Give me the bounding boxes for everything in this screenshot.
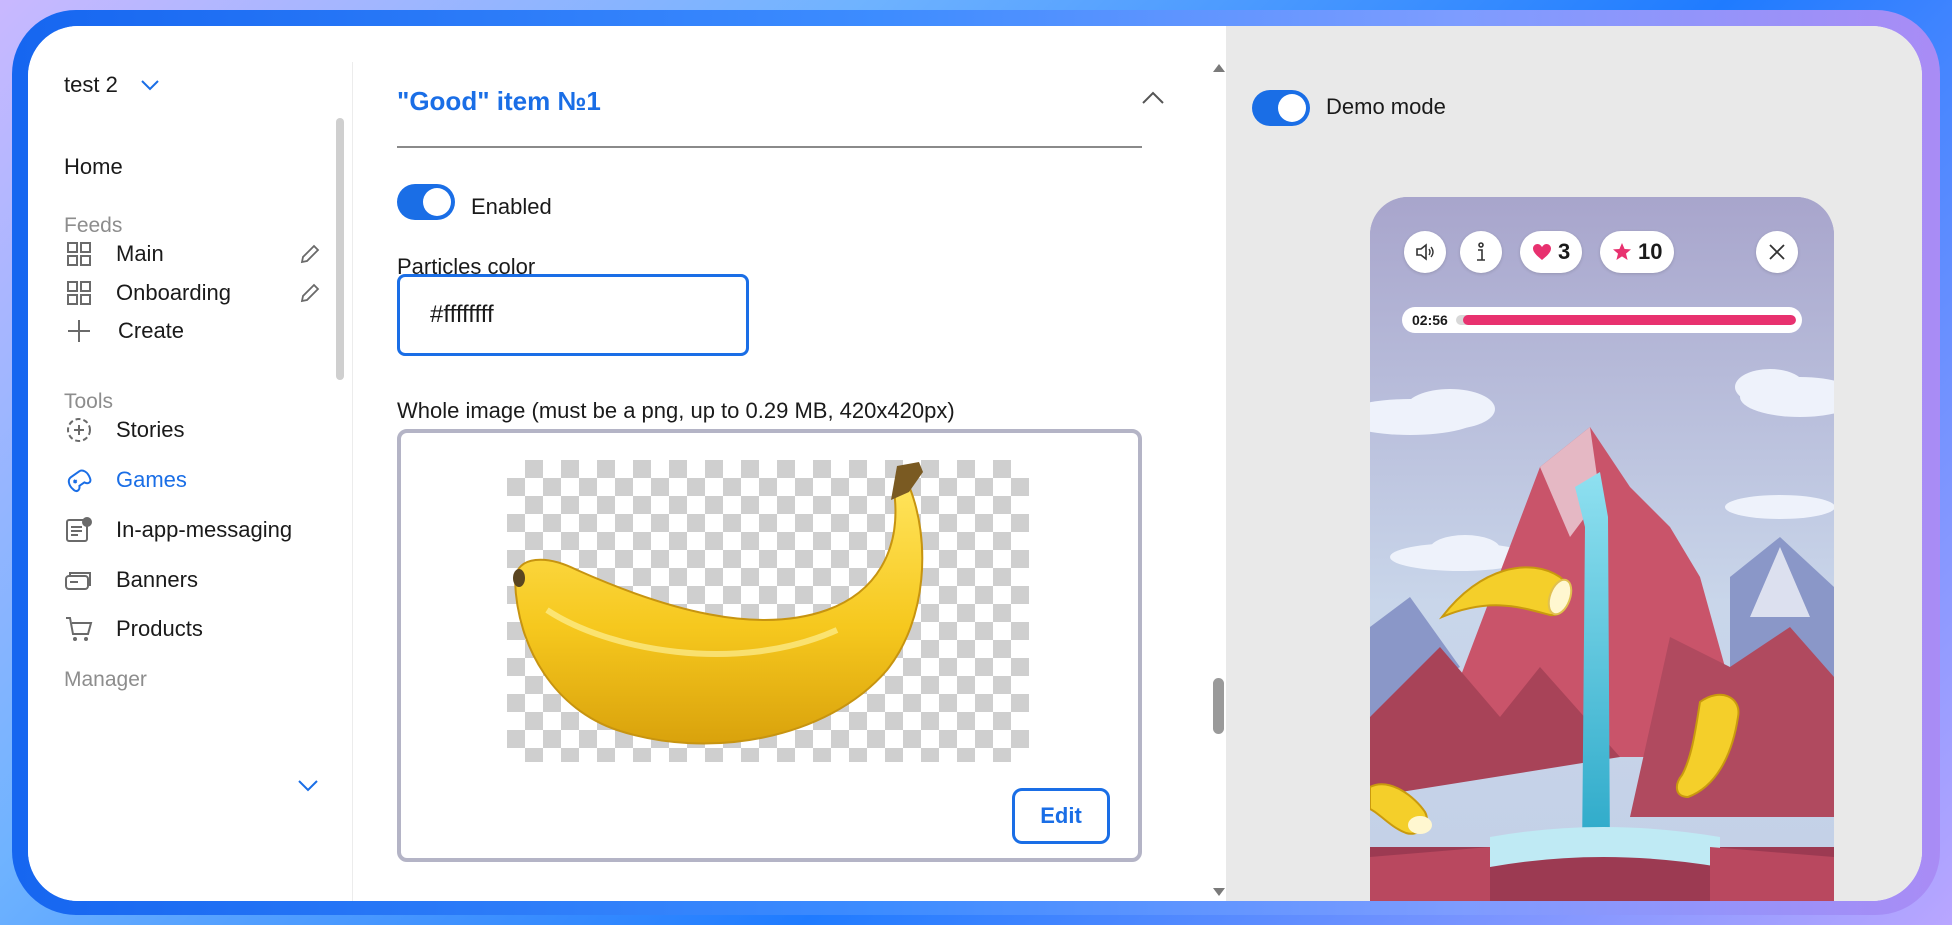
sidebar-item-label: Stories <box>116 417 185 442</box>
sidebar-item-in-app-messaging[interactable]: In-app-messaging <box>64 514 292 546</box>
progress-track <box>1455 315 1796 325</box>
banana-image <box>513 462 924 745</box>
demo-mode-label: Demo mode <box>1326 94 1446 119</box>
particles-color-input[interactable] <box>397 274 749 356</box>
heart-icon <box>1533 244 1551 260</box>
stars-count: 10 <box>1638 239 1663 264</box>
close-icon <box>1769 244 1785 260</box>
grid-icon <box>64 239 94 269</box>
sound-button[interactable] <box>1404 231 1446 273</box>
sidebar-item-games[interactable]: Games <box>64 464 187 496</box>
phone-preview: 3 10 02:56 <box>1370 197 1834 901</box>
star-icon <box>1613 243 1631 260</box>
section-feeds: Feeds <box>64 214 123 237</box>
lives-count: 3 <box>1558 239 1571 264</box>
sidebar: test 2 Home Feeds Main Onboarding Create… <box>28 26 353 901</box>
sidebar-item-label: Banners <box>116 567 198 592</box>
divider <box>397 146 1142 148</box>
chevron-up-icon[interactable] <box>1140 88 1166 106</box>
sidebar-item-label: In-app-messaging <box>116 517 293 542</box>
message-icon <box>64 515 94 545</box>
project-name: test 2 <box>64 72 118 97</box>
lives-badge: 3 <box>1520 231 1583 273</box>
scroll-down-arrow[interactable] <box>1213 888 1225 896</box>
sidebar-item-main[interactable]: Main <box>64 238 164 270</box>
plus-icon <box>64 316 94 346</box>
sidebar-item-label: Main <box>116 241 164 266</box>
edit-image-button[interactable]: Edit <box>1012 788 1110 844</box>
enabled-label: Enabled <box>471 194 552 219</box>
progress-fill <box>1462 315 1796 325</box>
enabled-toggle[interactable] <box>397 184 455 220</box>
cart-icon <box>64 614 94 644</box>
sidebar-item-label: Games <box>116 467 187 492</box>
whole-image-label: Whole image (must be a png, up to 0.29 M… <box>397 398 955 423</box>
chevron-down-icon[interactable] <box>296 778 320 794</box>
sidebar-item-label: Products <box>116 616 203 641</box>
item-title[interactable]: "Good" item №1 <box>397 86 601 117</box>
section-manager: Manager <box>64 668 147 691</box>
sidebar-scrollbar[interactable] <box>336 118 344 380</box>
stars-badge: 10 <box>1600 231 1675 273</box>
game-preview-panel: Demo mode 3 10 02:56 <box>1226 26 1922 901</box>
speaker-icon <box>1416 243 1434 261</box>
app-screen: test 2 Home Feeds Main Onboarding Create… <box>28 26 1922 901</box>
stories-icon <box>64 415 94 445</box>
image-preview-box: Edit <box>397 429 1142 862</box>
info-button[interactable] <box>1460 231 1502 273</box>
sidebar-item-create[interactable]: Create <box>64 315 184 347</box>
item-editor: "Good" item №1 Enabled Particles color W… <box>353 26 1226 901</box>
demo-mode-toggle[interactable] <box>1252 90 1310 126</box>
info-icon <box>1477 242 1485 261</box>
pencil-icon[interactable] <box>298 281 322 305</box>
sidebar-item-products[interactable]: Products <box>64 613 203 645</box>
timer-text: 02:56 <box>1412 312 1448 328</box>
gamepad-icon <box>64 465 94 495</box>
game-scene <box>1370 197 1834 901</box>
scroll-up-arrow[interactable] <box>1213 64 1225 72</box>
device-frame: test 2 Home Feeds Main Onboarding Create… <box>12 10 1940 915</box>
sidebar-item-onboarding[interactable]: Onboarding <box>64 277 231 309</box>
sidebar-item-home[interactable]: Home <box>64 154 123 180</box>
sidebar-item-label: Create <box>118 318 185 343</box>
chevron-down-icon <box>141 80 159 91</box>
close-button[interactable] <box>1756 231 1798 273</box>
main-scrollbar[interactable] <box>1213 678 1224 734</box>
project-selector[interactable]: test 2 <box>64 72 160 98</box>
grid-icon <box>64 278 94 308</box>
sidebar-item-banners[interactable]: Banners <box>64 564 198 596</box>
section-tools: Tools <box>64 390 114 413</box>
pencil-icon[interactable] <box>298 242 322 266</box>
sidebar-item-stories[interactable]: Stories <box>64 414 184 446</box>
timer-progress: 02:56 <box>1402 307 1802 333</box>
banners-icon <box>64 565 94 595</box>
sidebar-item-label: Onboarding <box>116 280 231 305</box>
